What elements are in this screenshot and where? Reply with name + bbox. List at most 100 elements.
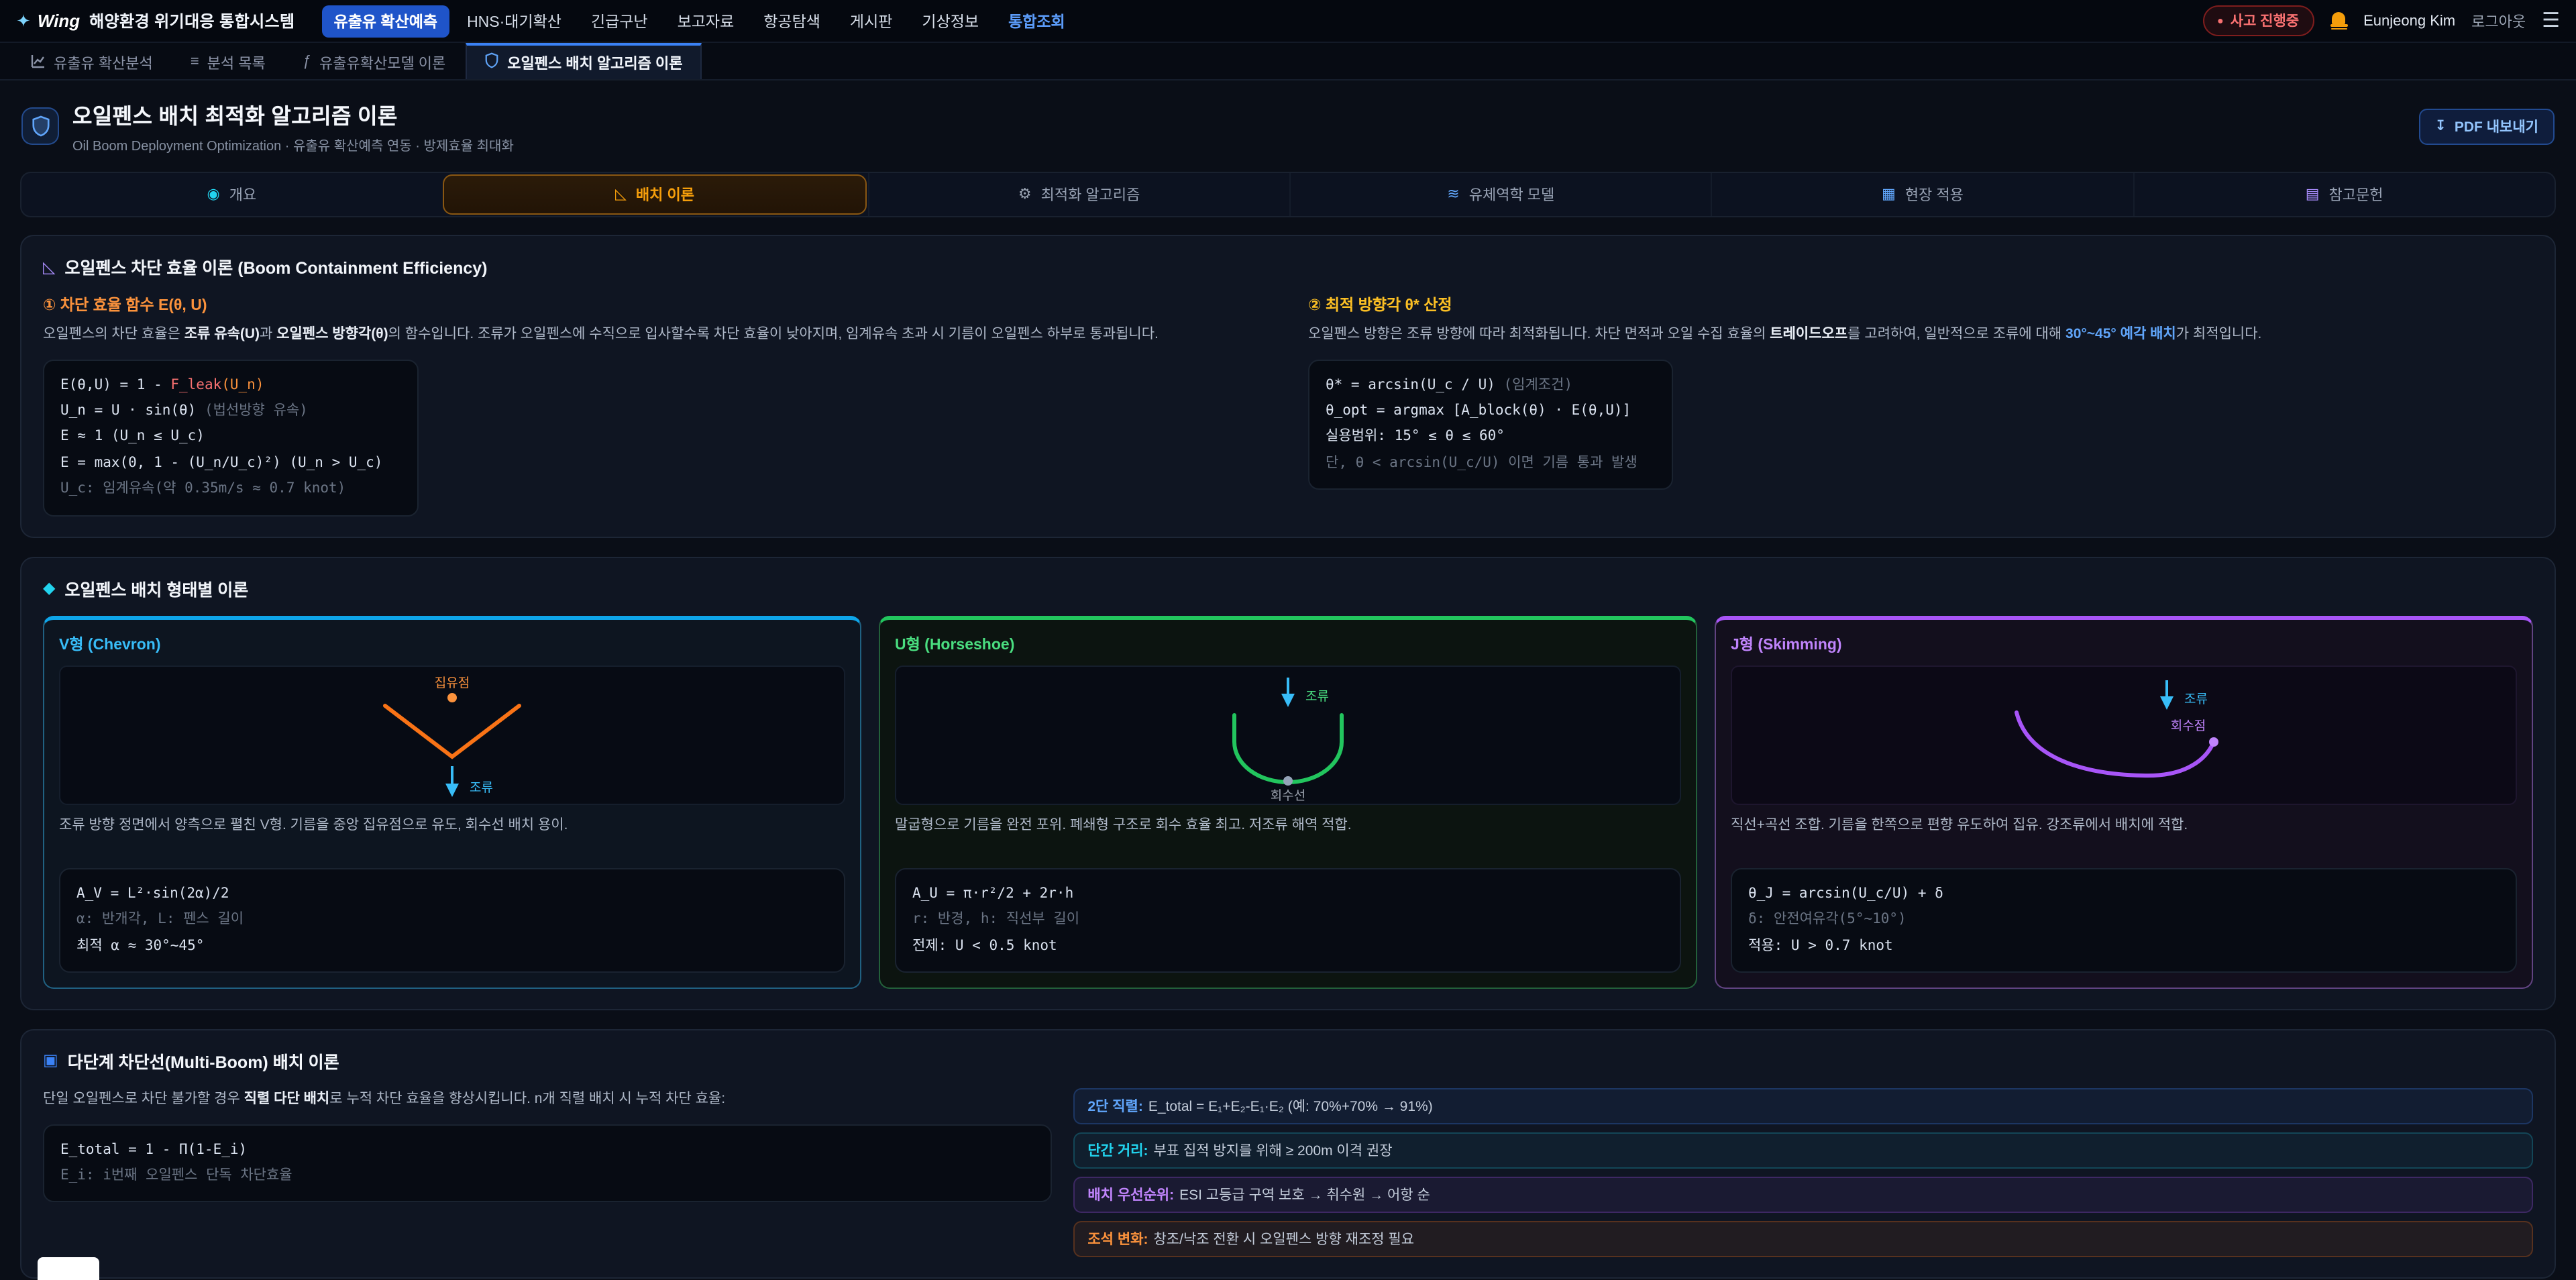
note-tidal-change: 조석 변화:창조/낙조 전환 시 오일펜스 방향 재조정 필요 bbox=[1073, 1221, 2533, 1257]
note-deployment-priority: 배치 우선순위:ESI 고등급 구역 보호 → 취수원 → 어항 순 bbox=[1073, 1177, 2533, 1213]
formula-line: 최적 α ≈ 30°~45° bbox=[76, 933, 809, 959]
recovery-label: 회수선 bbox=[1271, 788, 1305, 802]
nav-item-weather[interactable]: 기상정보 bbox=[910, 5, 991, 37]
nav-item-hns-diffusion[interactable]: HNS·대기확산 bbox=[455, 5, 574, 37]
formula-line: θ* = arcsin(U_c / U) (임계조건) bbox=[1326, 372, 1638, 398]
j-shape-diagram: 조류 회수점 bbox=[1731, 665, 2517, 804]
user-name: Eunjeong Kim bbox=[2363, 13, 2455, 29]
nav-item-emergency-rescue[interactable]: 긴급구난 bbox=[579, 5, 660, 37]
card-title: ▣ 다단계 차단선(Multi-Boom) 배치 이론 bbox=[43, 1048, 2533, 1073]
nav-item-reports[interactable]: 보고자료 bbox=[665, 5, 747, 37]
pdf-button-label: PDF 내보내기 bbox=[2455, 116, 2538, 136]
optimal-angle-column: ② 최적 방향각 θ* 산정 오일펜스 방향은 조류 방향에 따라 최적화됩니다… bbox=[1308, 294, 2533, 516]
diamond-icon: ◆ bbox=[43, 580, 55, 596]
card-title: ◺ 오일펜스 차단 효율 이론 (Boom Containment Effici… bbox=[43, 254, 2533, 279]
paragraph: 단일 오일펜스로 차단 불가할 경우 직렬 다단 배치로 누적 차단 효율을 향… bbox=[43, 1088, 1051, 1110]
optimal-angle-formula-block: θ* = arcsin(U_c / U) (임계조건) θ_opt = argm… bbox=[1308, 359, 1674, 490]
recovery-dot bbox=[1283, 776, 1293, 785]
formula-line: E(θ,U) = 1 - F_leak(U_n) bbox=[60, 372, 382, 398]
section-tab-optimization-algorithm[interactable]: ⚙ 최적화 알고리즘 bbox=[867, 173, 1289, 216]
section-tab-label: 유체역학 모델 bbox=[1469, 184, 1555, 205]
containment-efficiency-card: ◺ 오일펜스 차단 효율 이론 (Boom Containment Effici… bbox=[20, 235, 2556, 537]
nav-item-spill-prediction[interactable]: 유출유 확산예측 bbox=[322, 5, 450, 37]
page-shield-icon bbox=[21, 107, 59, 145]
bottom-left-widget[interactable] bbox=[38, 1257, 99, 1280]
formula-line: 전제: U < 0.5 knot bbox=[912, 933, 1645, 959]
current-label: 조류 bbox=[1305, 689, 1329, 703]
formula-line: A_U = π·r²/2 + 2r·h bbox=[912, 881, 1645, 907]
ruler-icon: ◺ bbox=[43, 258, 55, 274]
shape-description: 조류 방향 정면에서 양측으로 펼친 V형. 기름을 중앙 집유점으로 유도, … bbox=[59, 815, 845, 855]
formula-line: 적용: U > 0.7 knot bbox=[1748, 933, 2481, 959]
formula-line: r: 반경, h: 직선부 길이 bbox=[912, 907, 1645, 933]
shape-description: 직선+곡선 조합. 기름을 한쪽으로 편향 유도하여 집유. 강조류에서 배치에… bbox=[1731, 815, 2517, 855]
formula-line: E ≈ 1 (U_n ≤ U_c) bbox=[60, 425, 382, 451]
nav-item-board[interactable]: 게시판 bbox=[838, 5, 905, 37]
logout-button[interactable]: 로그아웃 bbox=[2471, 10, 2526, 32]
section-tabs: ◉ 개요 ◺ 배치 이론 ⚙ 최적화 알고리즘 ≋ 유체역학 모델 ▦ 현장 적… bbox=[20, 172, 2556, 217]
app-root: ✦ Wing 해양환경 위기대응 통합시스템 유출유 확산예측 HNS·대기확산… bbox=[0, 0, 2576, 1280]
shape-description: 말굽형으로 기름을 완전 포위. 폐쇄형 구조로 회수 효율 최고. 저조류 해… bbox=[895, 815, 1681, 855]
formula-line: θ_J = arcsin(U_c/U) + δ bbox=[1748, 881, 2481, 907]
book-icon: ▣ bbox=[43, 1053, 58, 1069]
section-tab-label: 개요 bbox=[229, 184, 257, 205]
u-shape-card: U형 (Horseshoe) 조류 회수선 말굽형으로 기름을 완전 포위. 폐… bbox=[879, 615, 1697, 989]
download-icon: ↧ bbox=[2434, 118, 2447, 134]
section-tab-label: 현장 적용 bbox=[1905, 184, 1964, 205]
tab-analysis-list[interactable]: ≡ 분석 목록 bbox=[173, 43, 283, 79]
formula-line: E = max(0, 1 - (U_n/U_c)²) (U_n > U_c) bbox=[60, 451, 382, 477]
chart-icon bbox=[31, 53, 46, 72]
paragraph: 오일펜스의 차단 효율은 조류 유속(U)과 오일펜스 방향각(θ)의 함수입니… bbox=[43, 323, 1268, 345]
nav-item-aerial-search[interactable]: 항공탐색 bbox=[751, 5, 833, 37]
app-logo-text: Wing bbox=[38, 11, 80, 31]
system-title: 해양환경 위기대응 통합시스템 bbox=[89, 9, 294, 32]
section-tab-deployment-theory[interactable]: ◺ 배치 이론 bbox=[443, 174, 867, 215]
j-formula-block: θ_J = arcsin(U_c/U) + δ δ: 안전여유각(5°~10°)… bbox=[1731, 867, 2517, 973]
nav-item-integrated-search[interactable]: 통합조회 bbox=[996, 5, 1077, 37]
formula-line: θ_opt = argmax [A_block(θ) · E(θ,U)] bbox=[1326, 398, 1638, 425]
hamburger-menu-icon[interactable]: ☰ bbox=[2542, 11, 2560, 31]
card-title: ◆ 오일펜스 배치 형태별 이론 bbox=[43, 575, 2533, 600]
subsection-heading: ② 최적 방향각 θ* 산정 bbox=[1308, 294, 2533, 315]
shape-title: J형 (Skimming) bbox=[1731, 633, 2517, 654]
tab-diffusion-model-theory[interactable]: ƒ 유출유확산모델 이론 bbox=[286, 43, 464, 79]
formula-line: α: 반개각, L: 펜스 길이 bbox=[76, 907, 809, 933]
section-tab-label: 최적화 알고리즘 bbox=[1041, 184, 1140, 205]
section-tab-label: 참고문헌 bbox=[2329, 184, 2383, 205]
v-boom-line bbox=[385, 705, 519, 756]
page-title: 오일펜스 배치 최적화 알고리즘 이론 bbox=[72, 98, 514, 130]
j-shape-card: J형 (Skimming) 조류 회수점 직선+곡선 조합. 기름을 한쪽으로 … bbox=[1715, 615, 2533, 989]
section-tab-hydrodynamics-model[interactable]: ≋ 유체역학 모델 bbox=[1289, 173, 1711, 216]
recovery-label: 회수점 bbox=[2171, 718, 2206, 733]
tab-spill-analysis[interactable]: 유출유 확산분석 bbox=[13, 43, 170, 79]
note-stage-spacing: 단간 거리:부표 집적 방지를 위해 ≥ 200m 이격 권장 bbox=[1073, 1132, 2533, 1169]
current-label: 조류 bbox=[470, 780, 493, 794]
section-tab-field-application[interactable]: ▦ 현장 적용 bbox=[1711, 173, 2133, 216]
section-tab-references[interactable]: ▤ 참고문헌 bbox=[2133, 173, 2555, 216]
multiboom-notes-column: 2단 직렬:E_total = E₁+E₂-E₁·E₂ (예: 70%+70% … bbox=[1073, 1088, 2533, 1257]
tab-boom-algorithm-theory[interactable]: 오일펜스 배치 알고리즘 이론 bbox=[466, 43, 701, 79]
current-arrowhead bbox=[1281, 693, 1295, 706]
formula-line: 실용범위: 15° ≤ θ ≤ 60° bbox=[1326, 425, 1638, 451]
card-title-text: 다단계 차단선(Multi-Boom) 배치 이론 bbox=[68, 1048, 339, 1073]
globe-icon: ◉ bbox=[207, 187, 219, 202]
efficiency-formula-block: E(θ,U) = 1 - F_leak(U_n) U_n = U · sin(θ… bbox=[43, 359, 419, 516]
formula-line: U_n = U · sin(θ) (법선방향 유속) bbox=[60, 398, 382, 425]
tab-label: 유출유확산모델 이론 bbox=[319, 52, 445, 73]
incident-status-badge[interactable]: ● 사고 진행중 bbox=[2202, 5, 2314, 36]
multiboom-formula-block: E_total = 1 - Π(1-E_i) E_i: i번째 오일펜스 단독 … bbox=[43, 1124, 1051, 1203]
top-navbar: ✦ Wing 해양환경 위기대응 통합시스템 유출유 확산예측 HNS·대기확산… bbox=[0, 0, 2576, 43]
ruler-icon: ◺ bbox=[615, 187, 627, 202]
notification-bell-icon[interactable] bbox=[2330, 11, 2347, 30]
subsection-heading: ① 차단 효율 함수 E(θ, U) bbox=[43, 294, 1268, 315]
formula-line: E_total = 1 - Π(1-E_i) bbox=[60, 1137, 1015, 1163]
formula-line: 단, θ < arcsin(U_c/U) 이면 기름 통과 발생 bbox=[1326, 451, 1638, 477]
current-arrowhead bbox=[445, 783, 459, 796]
shield-icon bbox=[484, 52, 499, 72]
formula-line: E_i: i번째 오일펜스 단독 차단효율 bbox=[60, 1163, 1015, 1189]
list-icon: ≡ bbox=[191, 55, 199, 70]
pdf-export-button[interactable]: ↧ PDF 내보내기 bbox=[2418, 108, 2555, 144]
page-header: 오일펜스 배치 최적화 알고리즘 이론 Oil Boom Deployment … bbox=[0, 81, 2576, 169]
grid-icon: ▦ bbox=[1882, 187, 1896, 202]
section-tab-overview[interactable]: ◉ 개요 bbox=[21, 173, 442, 216]
